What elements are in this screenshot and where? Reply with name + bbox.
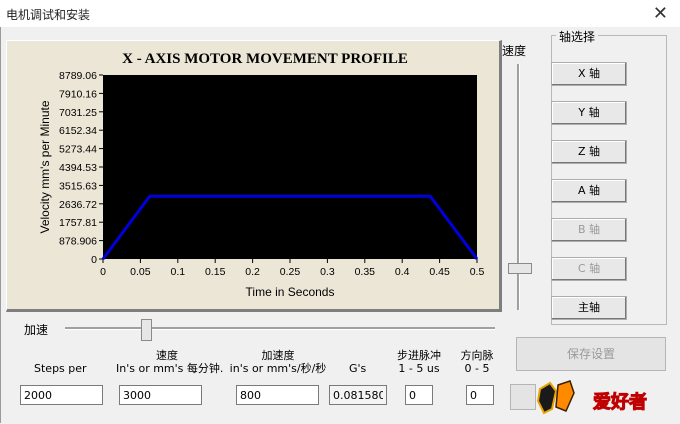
x-axis-button[interactable]: X 轴 bbox=[551, 62, 627, 86]
y-tick-label: 2636.72 bbox=[59, 199, 97, 211]
ok-button[interactable] bbox=[510, 384, 536, 410]
dir-pulse-input[interactable] bbox=[466, 385, 494, 405]
motor-profile-chart: X - AXIS MOTOR MOVEMENT PROFILE 0 878.906… bbox=[6, 40, 502, 312]
z-axis-button[interactable]: Z 轴 bbox=[551, 140, 627, 164]
x-tick-label: 0.4 bbox=[395, 266, 410, 278]
acceleration-label-line1: 加速度 bbox=[261, 349, 295, 362]
y-axis-button[interactable]: Y 轴 bbox=[551, 101, 627, 125]
axis-select-title: 轴选择 bbox=[556, 28, 599, 45]
c-axis-button[interactable]: C 轴 bbox=[551, 257, 627, 281]
chart-svg: X - AXIS MOTOR MOVEMENT PROFILE 0 878.906… bbox=[38, 51, 484, 299]
dir-pulse-label: 方向脉 0 - 5 bbox=[454, 349, 500, 375]
x-tick-label: 0.1 bbox=[170, 266, 185, 278]
steps-per-label: Steps per bbox=[34, 362, 87, 375]
step-pulse-label-line1: 步进脉冲 bbox=[397, 349, 441, 362]
y-tick-label: 3515.63 bbox=[59, 180, 97, 192]
plot-area bbox=[103, 75, 477, 259]
gs-input bbox=[329, 385, 387, 405]
y-axis-label: Velocity mm's per Minute bbox=[38, 100, 52, 233]
window-title: 电机调试和安装 bbox=[6, 8, 91, 22]
x-tick-label: 0.35 bbox=[355, 266, 376, 278]
y-tick-label: 7910.16 bbox=[59, 88, 97, 100]
accel-slider-label: 加速 bbox=[24, 323, 49, 337]
x-tick-label: 0.2 bbox=[245, 266, 260, 278]
chart-title: X - AXIS MOTOR MOVEMENT PROFILE bbox=[122, 51, 408, 67]
accel-slider-track[interactable] bbox=[65, 327, 495, 330]
dir-pulse-label-line1: 方向脉 bbox=[460, 349, 494, 362]
title-bar: 电机调试和安装 ✕ bbox=[0, 0, 680, 27]
acceleration-label: 加速度 in's or mm's/秒/秒 bbox=[228, 349, 328, 375]
spindle-button[interactable]: 主轴 bbox=[551, 296, 627, 320]
save-settings-button[interactable]: 保存设置 bbox=[516, 337, 666, 371]
x-axis-label: Time in Seconds bbox=[246, 285, 335, 299]
step-pulse-input[interactable] bbox=[405, 385, 433, 405]
site-logo: 爱好者 bbox=[536, 380, 648, 415]
y-tick-label: 878.906 bbox=[59, 236, 97, 248]
close-icon[interactable]: ✕ bbox=[653, 3, 668, 24]
background-window-strip bbox=[0, 413, 536, 424]
x-tick-label: 0.5 bbox=[470, 266, 485, 278]
steps-per-input[interactable] bbox=[20, 385, 103, 405]
x-tick-label: 0.25 bbox=[280, 266, 301, 278]
y-tick-label: 0 bbox=[91, 254, 97, 266]
x-tick-label: 0.45 bbox=[429, 266, 450, 278]
y-tick-label: 6152.34 bbox=[59, 125, 97, 137]
y-axis: 0 878.906 1757.81 2636.72 3515.63 4394.53 5273… bbox=[59, 70, 103, 266]
x-tick-label: 0.05 bbox=[130, 266, 151, 278]
x-axis: 0 0.05 0.1 0.15 0.2 0.25 0.3 0.35 0.4 0.45 0.5 bbox=[100, 259, 484, 278]
y-tick-label: 5273.44 bbox=[59, 144, 97, 156]
y-tick-label: 8789.06 bbox=[59, 70, 97, 82]
velocity-input[interactable] bbox=[119, 385, 202, 405]
step-pulse-label: 步进脉冲 1 - 5 us bbox=[390, 349, 448, 375]
speed-slider-thumb[interactable] bbox=[508, 263, 532, 274]
accel-slider-thumb[interactable] bbox=[141, 319, 152, 341]
x-tick-label: 0 bbox=[100, 266, 106, 278]
y-tick-label: 7031.25 bbox=[59, 107, 97, 119]
acceleration-input[interactable] bbox=[236, 385, 319, 405]
y-tick-label: 1757.81 bbox=[59, 217, 97, 229]
acceleration-label-line2: in's or mm's/秒/秒 bbox=[229, 362, 327, 375]
b-axis-button[interactable]: B 轴 bbox=[551, 218, 627, 242]
x-tick-label: 0.15 bbox=[205, 266, 226, 278]
velocity-label-line2: In's or mm's 每分钟. bbox=[116, 362, 224, 375]
step-pulse-label-line2: 1 - 5 us bbox=[398, 362, 440, 375]
y-tick-label: 4394.53 bbox=[59, 162, 97, 174]
velocity-label: 速度 In's or mm's 每分钟. bbox=[116, 349, 224, 375]
logo-text: 爱好者 bbox=[593, 391, 647, 413]
dir-pulse-label-line2: 0 - 5 bbox=[464, 362, 490, 375]
gs-label: G's bbox=[349, 362, 367, 375]
x-tick-label: 0.3 bbox=[320, 266, 335, 278]
a-axis-button[interactable]: A 轴 bbox=[551, 179, 627, 203]
velocity-label-line1: 速度 bbox=[156, 349, 178, 362]
speed-slider-label: 速度 bbox=[502, 44, 527, 58]
